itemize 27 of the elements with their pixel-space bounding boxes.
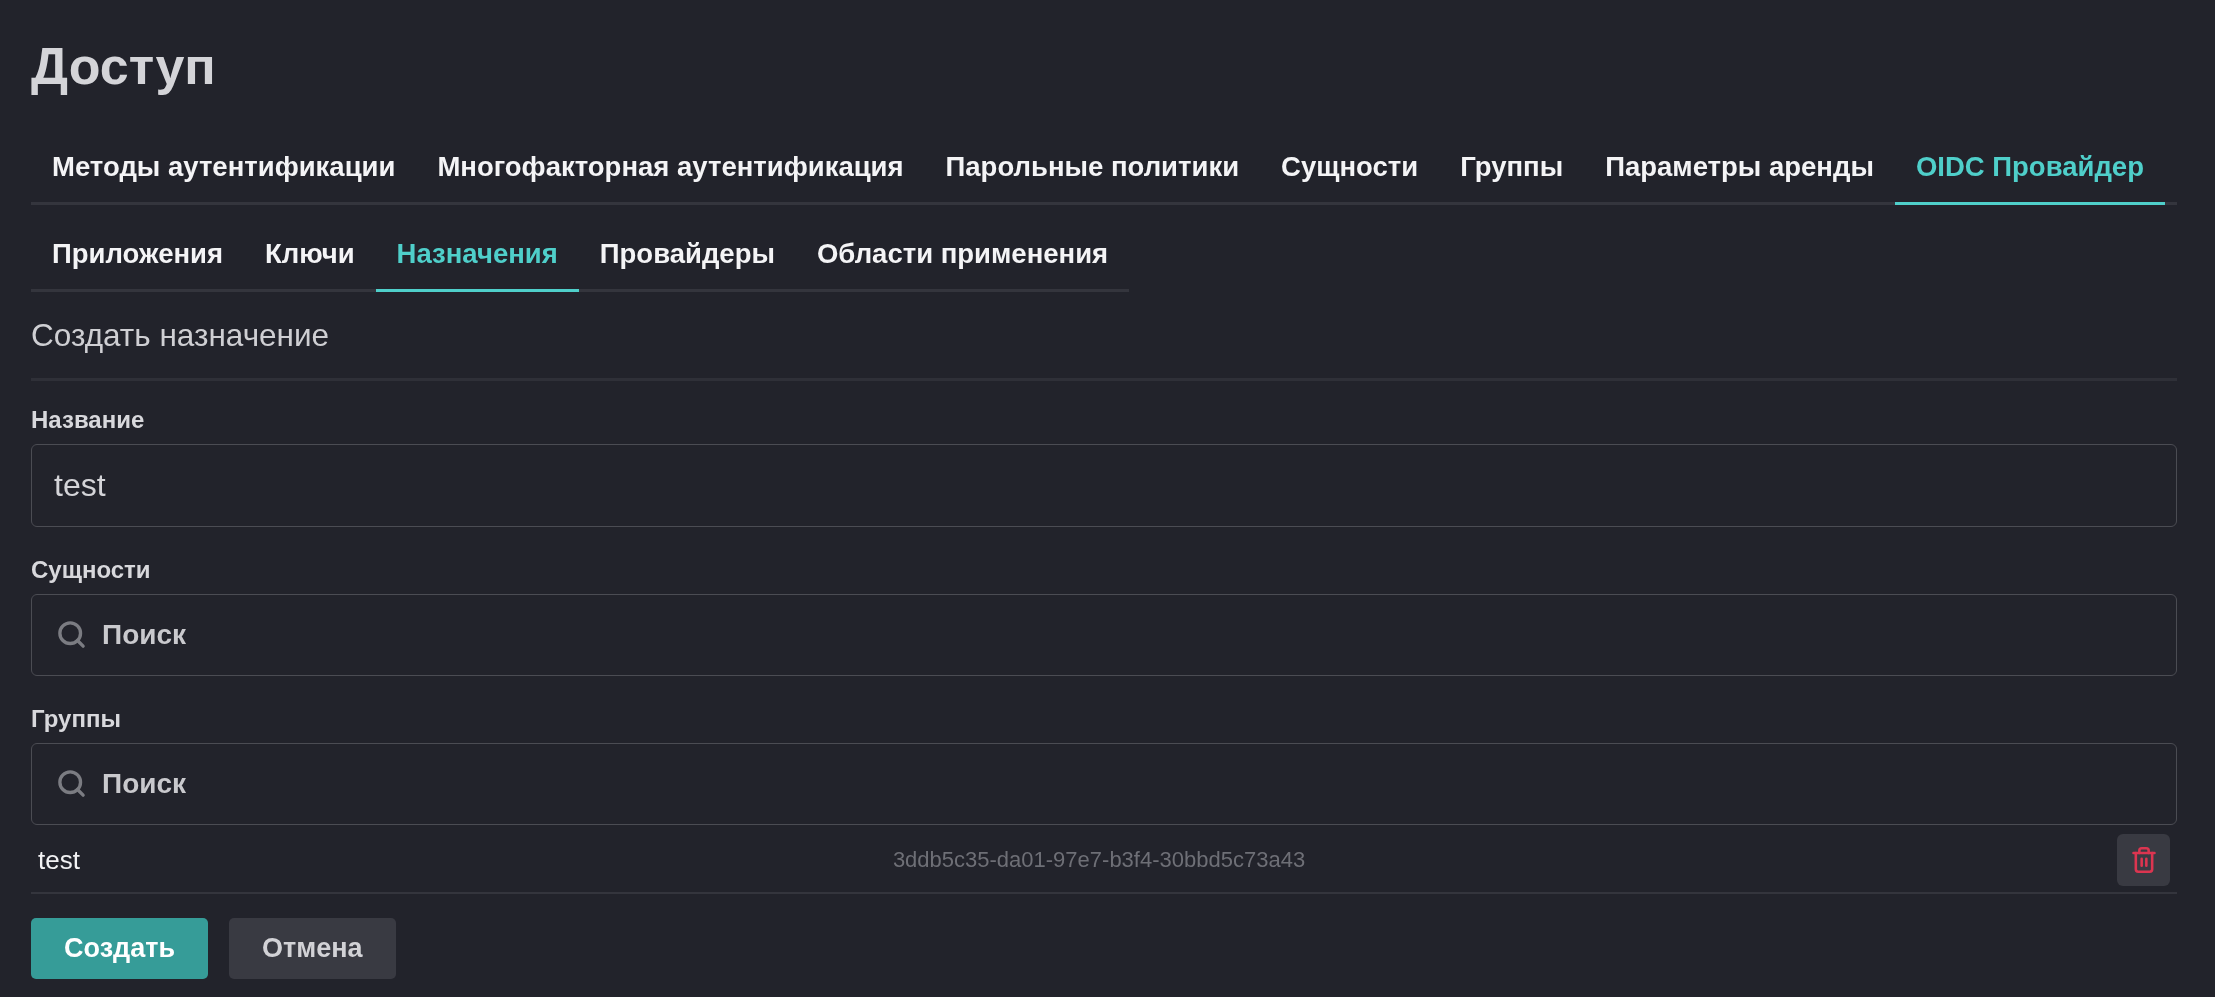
item-name: test — [37, 844, 80, 876]
page-title: Доступ — [31, 36, 216, 97]
tab[interactable]: Многофакторная аутентификация — [416, 129, 925, 205]
field-label: Название — [31, 406, 145, 434]
tab[interactable]: Параметры аренды — [1584, 129, 1895, 205]
search-field[interactable]: Поиск — [31, 594, 2177, 676]
search-icon — [56, 619, 87, 650]
section-title: Создать назначение — [31, 318, 2177, 381]
delete-button[interactable] — [2117, 834, 2170, 886]
search-field[interactable]: Поиск — [31, 743, 2177, 825]
subtab[interactable]: Провайдеры — [578, 216, 796, 292]
tab[interactable]: Парольные политики — [924, 129, 1261, 205]
field-label: Сущности — [31, 556, 151, 584]
tab[interactable]: OIDC Провайдер — [1894, 129, 2165, 205]
tab[interactable]: Методы аутентификации — [31, 129, 417, 205]
subtab[interactable]: Приложения — [31, 216, 244, 292]
subtab[interactable]: Назначения — [375, 216, 579, 292]
tab[interactable]: Группы — [1439, 129, 1585, 205]
subtab[interactable]: Ключи — [244, 216, 376, 292]
text-input[interactable]: test — [31, 444, 2177, 527]
field-label: Группы — [31, 705, 121, 733]
item-uuid: 3ddb5c35-da01-97e7-b3f4-30bbd5c73a43 — [892, 846, 1306, 874]
trash-icon — [2129, 846, 2158, 874]
subtab[interactable]: Области применения — [795, 216, 1130, 292]
tab[interactable]: Сущности — [1260, 129, 1440, 205]
cancel-button[interactable]: Отмена — [229, 918, 396, 979]
search-icon — [56, 768, 87, 799]
